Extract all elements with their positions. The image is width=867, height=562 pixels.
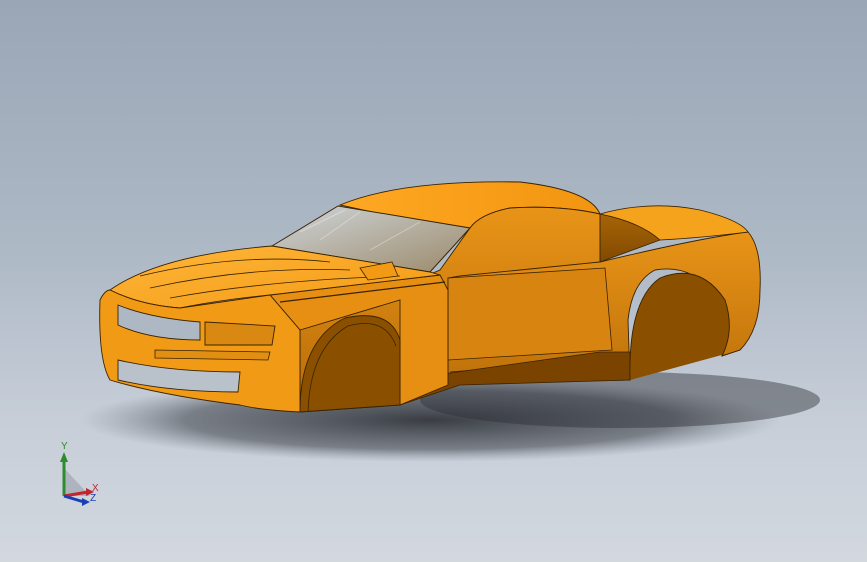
triad-y-label: Y: [61, 441, 68, 452]
triad-z-label: Z: [90, 493, 97, 504]
orientation-triad: Y X Z: [50, 440, 110, 510]
graphics-viewport[interactable]: Y X Z: [0, 0, 867, 562]
car-body-model[interactable]: [0, 0, 867, 562]
headlight: [204, 321, 276, 346]
triad-axes-icon: [60, 452, 94, 506]
